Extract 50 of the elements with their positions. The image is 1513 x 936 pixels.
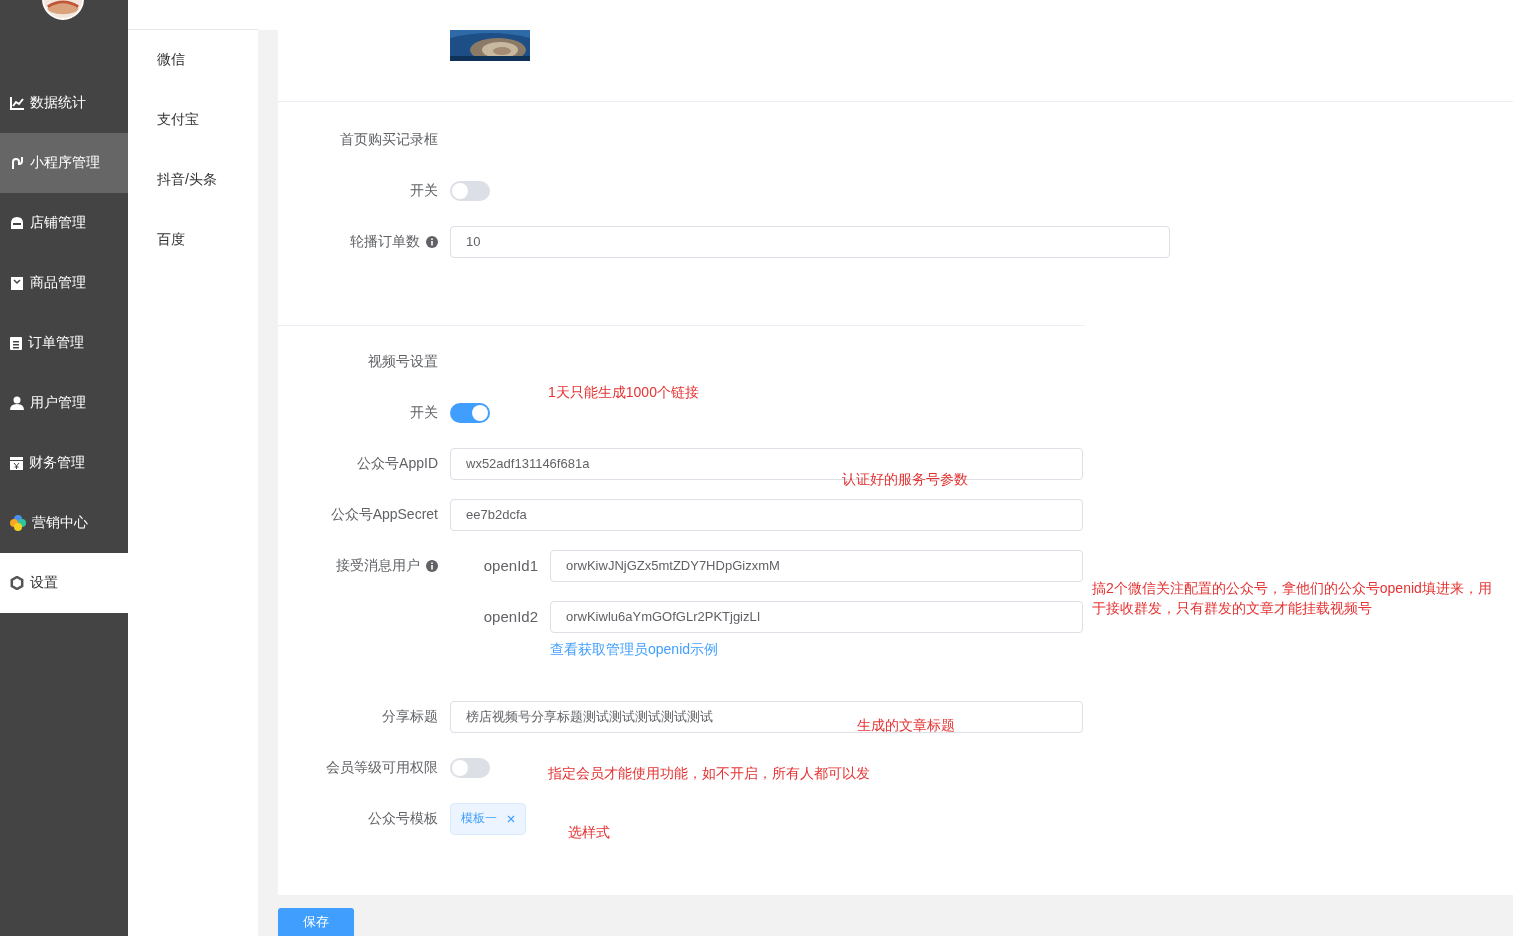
input-field[interactable]: orwKiwlu6aYmGOfGLr2PKTjgizLI	[550, 600, 1083, 633]
field-label: 开关	[410, 181, 438, 200]
input-field[interactable]: 10	[450, 225, 1170, 258]
field-label: 公众号AppSecret	[330, 505, 438, 524]
wallet-icon	[10, 456, 23, 470]
sidebar-item[interactable]: 数据统计	[0, 73, 128, 133]
sidebar-item[interactable]: 财务管理	[0, 433, 128, 493]
annotation-note: 指定会员才能使用功能，如不开启，所有人都可以发	[548, 764, 870, 783]
section-title: 视频号设置	[368, 352, 438, 371]
field-label: 接受消息用户	[336, 556, 420, 575]
field-label: 分享标题	[382, 707, 438, 726]
toggle-switch[interactable]	[450, 180, 490, 201]
field-label: 公众号模板	[368, 809, 438, 828]
field-label: openId1	[482, 557, 539, 574]
info-icon	[426, 559, 438, 572]
close-icon[interactable]	[507, 814, 515, 823]
annotation-note: 1天只能生成1000个链接	[548, 383, 699, 402]
clipboard-icon	[10, 336, 22, 350]
submenu-item[interactable]: 百度	[128, 210, 258, 270]
link-icon	[10, 156, 24, 170]
store-icon	[10, 216, 24, 230]
sidebar-item[interactable]: 商品管理	[0, 253, 128, 313]
toggle-switch[interactable]	[450, 757, 490, 778]
submenu-item[interactable]: 微信	[128, 30, 258, 90]
bag-icon	[10, 276, 24, 290]
submenu-item[interactable]: 支付宝	[128, 90, 258, 150]
field-label: 开关	[410, 403, 438, 422]
sidebar-item[interactable]: 订单管理	[0, 313, 128, 373]
settings-icon	[10, 576, 24, 590]
annotation-note: 选样式	[568, 823, 610, 842]
annotation-note: 生成的文章标题	[857, 716, 955, 735]
sidebar-item[interactable]: 设置	[0, 553, 128, 613]
submenu-item[interactable]: 抖音/头条	[128, 150, 258, 210]
clover-icon	[10, 515, 26, 531]
sidebar-item[interactable]: 小程序管理	[0, 133, 128, 193]
section-title: 首页购买记录框	[340, 130, 438, 149]
field-label: 会员等级可用权限	[326, 758, 438, 777]
field-label: 轮播订单数	[350, 232, 420, 251]
sidebar-item[interactable]: 营销中心	[0, 493, 128, 553]
toggle-switch[interactable]	[450, 402, 490, 423]
field-label: openId2	[482, 608, 539, 625]
annotation-note: 搞2个微信关注配置的公众号，拿他们的公众号openid填进来，用于接收群发，只有群发的文章才能挂载视频号	[1092, 579, 1493, 618]
sidebar-item[interactable]: 用户管理	[0, 373, 128, 433]
line-chart-icon	[10, 96, 24, 110]
input-field[interactable]: orwKiwJNjGZx5mtZDY7HDpGizxmM	[550, 549, 1083, 582]
user-icon	[10, 396, 24, 410]
sidebar-item[interactable]: 店铺管理	[0, 193, 128, 253]
field-label: 公众号AppID	[357, 454, 438, 473]
input-field[interactable]: ee7b2dcfa	[450, 498, 1083, 531]
info-icon	[426, 235, 438, 248]
